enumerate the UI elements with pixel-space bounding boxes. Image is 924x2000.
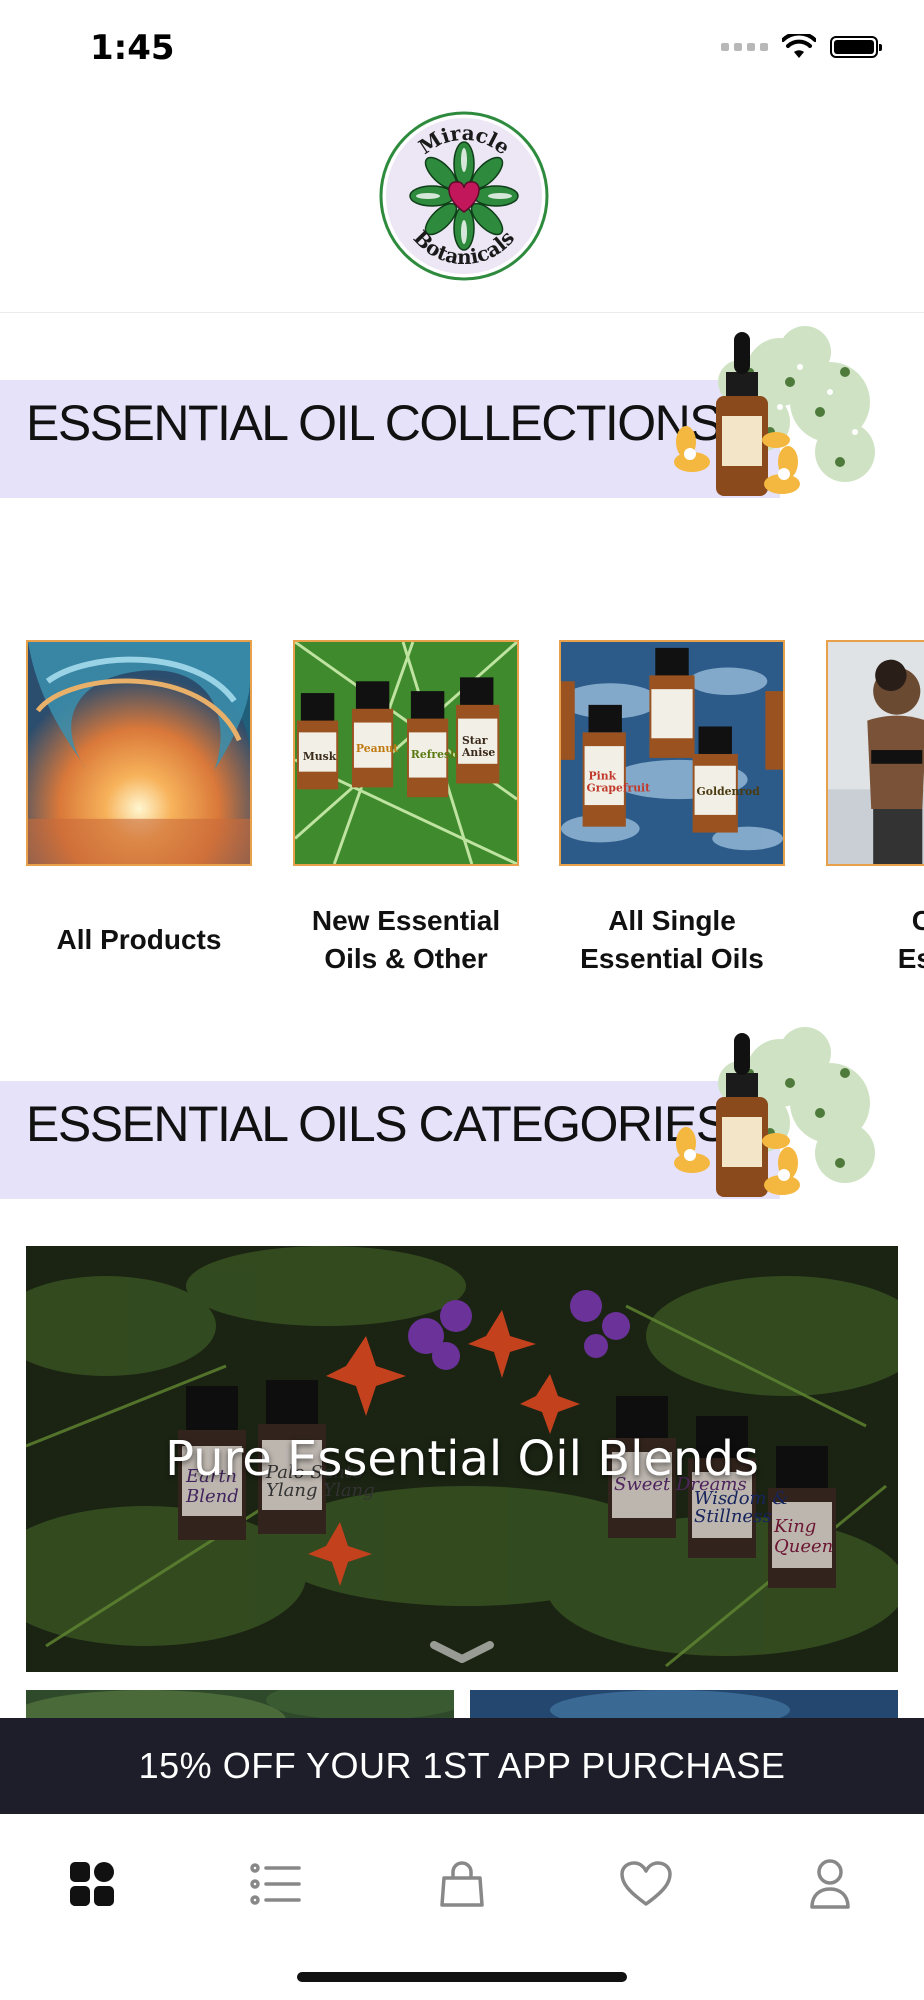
bottles-on-palm-leaves-image: Musk Peanut Refresh StarAnise: [293, 640, 519, 866]
tab-categories[interactable]: [236, 1844, 316, 1924]
collections-title: ESSENTIAL OIL COLLECTIONS: [26, 395, 723, 451]
brand-logo[interactable]: Miracle Botanicals: [378, 110, 550, 282]
collection-card-label: All Products: [56, 924, 222, 955]
woman-on-beach-image: [826, 640, 924, 866]
categories-title: ESSENTIAL OILS CATEGORIES: [26, 1096, 729, 1152]
svg-text:Peanut: Peanut: [356, 742, 398, 755]
category-card-pure-essential-oil-blends[interactable]: Earth Blend Palo Santo Ylang Ylang Sweet D…: [26, 1246, 898, 1672]
collection-card-all-products[interactable]: All Products: [26, 640, 252, 980]
status-icons: [721, 34, 882, 60]
collections-banner: ESSENTIAL OIL COLLECTIONS: [0, 312, 924, 512]
collection-card-label: New Essential Oils & Other: [311, 905, 501, 974]
bottles-on-water-image: PinkGrapefruit Goldenrod: [559, 640, 785, 866]
dropper-bottle-flowers-illustration: [674, 1027, 875, 1197]
tab-wishlist[interactable]: [606, 1844, 686, 1924]
collection-card-label: CooEssen: [897, 905, 924, 974]
app-header: Miracle Botanicals: [0, 100, 924, 313]
bag-icon: [440, 1861, 484, 1907]
list-icon: [250, 1863, 301, 1905]
wifi-icon: [782, 34, 816, 58]
heart-icon: [620, 1861, 672, 1906]
promo-text: 15% OFF YOUR 1ST APP PURCHASE: [138, 1745, 786, 1786]
user-icon: [810, 1859, 850, 1909]
categories-banner: ESSENTIAL OILS CATEGORIES: [0, 1013, 924, 1213]
collection-card-new-essential-oils[interactable]: Musk Peanut Refresh Star Anise New Essent…: [293, 640, 519, 980]
home-indicator: [297, 1972, 627, 1982]
collection-card-label: All Single Essential Oils: [580, 905, 764, 974]
collection-card-all-single-essential-oils[interactable]: Pink Grapefruit Goldenrod All Single Essen…: [559, 640, 785, 980]
collections-carousel[interactable]: All Products Musk Peanut Refresh Star Ani…: [0, 640, 924, 1000]
grid-icon: [70, 1862, 114, 1906]
promo-banner[interactable]: 15% OFF YOUR 1ST APP PURCHASE: [0, 1718, 924, 1814]
collection-card-cool-essential-oils[interactable]: CooEssen: [826, 640, 924, 980]
tab-account[interactable]: [790, 1844, 870, 1924]
cellular-signal-icon: [721, 43, 768, 51]
category-card-title: Pure Essential Oil Blends: [165, 1431, 759, 1487]
ocean-wave-sunset-image: [26, 640, 252, 866]
svg-text:Anise: Anise: [461, 746, 495, 759]
battery-icon: [830, 36, 882, 58]
svg-text:Goldenrod: Goldenrod: [697, 785, 761, 798]
svg-text:Refresh: Refresh: [411, 748, 458, 761]
status-bar: 1:45: [0, 0, 924, 100]
svg-text:Grapefruit: Grapefruit: [587, 781, 651, 794]
dropper-bottle-flowers-illustration: [674, 326, 875, 496]
svg-text:Musk: Musk: [303, 750, 337, 763]
tab-home[interactable]: [52, 1844, 132, 1924]
tab-cart[interactable]: [422, 1844, 502, 1924]
status-time: 1:45: [90, 28, 175, 68]
chevron-down-icon[interactable]: [430, 1641, 494, 1665]
